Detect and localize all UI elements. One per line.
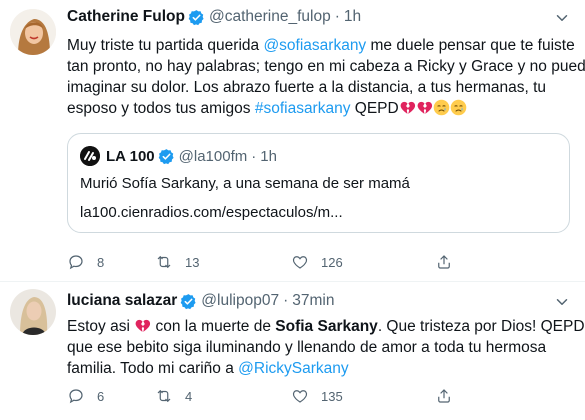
heart-icon [292,256,308,269]
author-handle[interactable]: @catherine_fulop [209,8,331,26]
more-options-icon[interactable] [553,9,571,30]
tweet-text-line: Estoy asi con la muerte de Sofia Sarkany… [67,316,585,337]
quoted-tweet-text: Murió Sofía Sarkany, a una semana de ser… [80,175,410,192]
timestamp[interactable]: 1h [344,8,361,26]
share-button[interactable] [435,253,453,271]
retweet-count: 4 [185,388,193,404]
verified-badge-icon [158,148,174,164]
hashtag-link[interactable]: #sofiasarkany [255,100,351,117]
mention-link[interactable]: @RickySarkany [238,360,348,377]
tweet-text: Muy triste tu partida querida @sofiasark… [67,35,585,119]
tweet-header: luciana salazar @lulipop07 · 37min [67,292,334,310]
author-handle[interactable]: @lulipop07 [201,292,279,310]
text-segment: Muy triste tu partida querida [67,37,264,54]
reply-count: 6 [97,388,105,404]
broken-heart-icon [400,101,415,114]
text-segment: que ese bebito siga iluminando y llenand… [67,339,547,356]
reply-button[interactable]: 6 [67,387,155,405]
text-segment: me duele pensar que te fuiste [366,37,575,54]
tweet-text: Estoy asi con la muerte de Sofia Sarkany… [67,316,585,379]
quoted-avatar [80,146,100,166]
timestamp[interactable]: 37min [292,292,334,310]
broken-heart-icon [417,101,432,114]
text-segment: QEPD [350,100,399,117]
tweet-text-line: familia. Todo mi cariño a @RickySarkany [67,358,572,379]
separator: · [251,147,257,165]
share-button[interactable] [435,387,453,405]
separator: · [334,8,340,25]
reply-button[interactable]: 8 [67,253,155,271]
tweet-catherine[interactable]: Catherine Fulop @catherine_fulop · 1h Mu… [0,0,585,280]
retweet-icon [157,389,171,403]
tweet-text-line: imaginar su dolor. Los abrazo fuerte a l… [67,77,567,98]
tweet-text-line: Muy triste tu partida querida @sofiasark… [67,35,575,56]
tweet-luciana[interactable]: luciana salazar @lulipop07 · 37min Estoy… [0,282,585,420]
text-segment: Estoy asi [67,318,135,335]
like-button[interactable]: 135 [291,387,435,405]
text-segment: tan pronto, no hay palabras; tengo en mi… [67,58,585,75]
retweet-button[interactable]: 4 [155,387,291,405]
avatar[interactable] [10,9,56,55]
share-icon [438,255,450,269]
share-icon [438,389,450,403]
tweet-actions: 6 4 135 [67,387,453,405]
broken-heart-icon [135,319,151,332]
quoted-author-name: LA 100 [106,147,155,165]
quoted-tweet[interactable]: LA 100 @la100fm · 1h Murió Sofía Sarkany… [67,133,570,233]
quoted-tweet-link[interactable]: la100.cienradios.com/espectaculos/m... [80,204,343,221]
quoted-timestamp: 1h [260,147,277,165]
crying-face-icon [433,99,449,116]
tweet-text-line: esposo y todos tus amigos #sofiasarkany … [67,98,567,119]
like-count: 126 [321,254,343,270]
tweet-text-line: tan pronto, no hay palabras; tengo en mi… [67,56,585,77]
bold-text: Sofia Sarkany [275,318,378,335]
tweet-actions: 8 13 126 [67,253,453,271]
verified-badge-icon [188,9,204,25]
text-segment: . Que tristeza por Dios! QEPD y [377,318,585,335]
like-count: 135 [321,388,343,404]
quoted-tweet-header: LA 100 @la100fm · 1h [80,146,277,166]
tweet-text-line: que ese bebito siga iluminando y llenand… [67,337,572,358]
text-segment: esposo y todos tus amigos [67,100,255,117]
text-segment: imaginar su dolor. Los abrazo fuerte a l… [67,79,547,96]
crying-face-icon [450,99,466,116]
quoted-author-handle: @la100fm [178,147,248,165]
retweet-icon [157,255,171,269]
avatar[interactable] [10,289,56,335]
tweet-header: Catherine Fulop @catherine_fulop · 1h [67,8,361,26]
retweet-button[interactable]: 13 [155,253,291,271]
more-options-icon[interactable] [553,293,571,314]
like-button[interactable]: 126 [291,253,435,271]
author-name[interactable]: Catherine Fulop [67,8,185,26]
heart-icon [292,390,308,403]
reply-icon [69,389,83,404]
text-segment: con la muerte de [151,318,276,335]
text-segment: familia. Todo mi cariño a [67,360,239,377]
separator: · [283,292,289,309]
mention-link[interactable]: @sofiasarkany [263,37,366,54]
verified-badge-icon [181,293,196,309]
retweet-count: 13 [185,254,200,270]
author-name[interactable]: luciana salazar [67,292,177,310]
reply-icon [69,255,83,270]
reply-count: 8 [97,254,105,270]
